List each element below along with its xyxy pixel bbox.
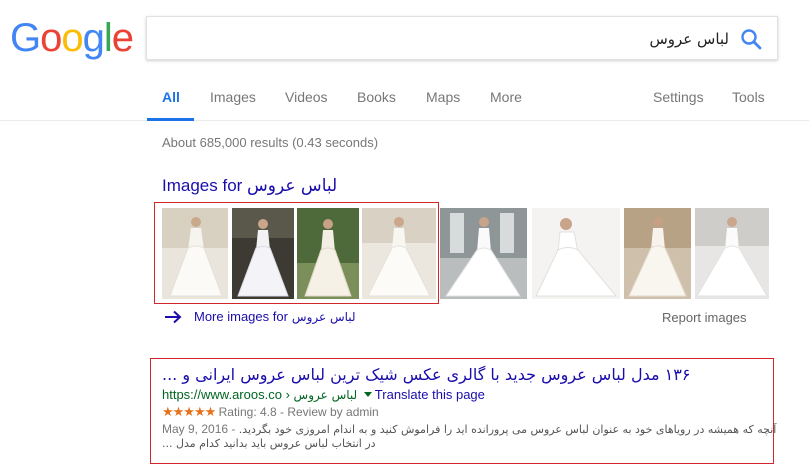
result-url-path: لباس عروس — [293, 388, 358, 402]
tab-all[interactable]: All — [162, 89, 180, 105]
result-rating: ★★★★★ Rating: 4.8 - Review by admin — [162, 404, 772, 420]
image-thumbnail[interactable] — [297, 208, 359, 299]
image-thumbnail[interactable] — [695, 208, 769, 299]
image-thumbnail[interactable] — [440, 208, 527, 299]
report-images-link[interactable]: Report images — [662, 310, 747, 325]
search-box — [146, 16, 778, 60]
images-heading-query: لباس عروس — [247, 176, 338, 196]
more-images-link[interactable]: More images for لباس عروس — [164, 309, 356, 324]
result-url-line: https://www.aroos.co › لباس عروس Transla… — [162, 387, 772, 402]
result-stats: About 685,000 results (0.43 seconds) — [162, 135, 379, 150]
logo-letter: G — [10, 16, 41, 60]
image-thumbnail[interactable] — [532, 208, 620, 299]
images-heading-prefix: Images for — [162, 176, 243, 195]
search-result: ۱۳۶ مدل لباس عروس جدید با گالری عکس شیک … — [162, 365, 776, 450]
more-images-prefix: More images for — [194, 309, 288, 324]
logo-letter: l — [103, 16, 113, 60]
result-title-link[interactable]: ۱۳۶ مدل لباس عروس جدید با گالری عکس شیک … — [162, 365, 772, 384]
result-url: https://www.aroos.co — [162, 387, 282, 402]
logo-letter: e — [111, 16, 134, 60]
logo-letter: o — [61, 16, 83, 60]
tab-tools[interactable]: Tools — [732, 89, 765, 105]
tab-maps[interactable]: Maps — [426, 89, 460, 105]
breadcrumb-separator: › — [285, 387, 290, 402]
tab-images[interactable]: Images — [210, 89, 256, 105]
image-thumbnail[interactable] — [232, 208, 294, 299]
snippet-text-2: در انتخاب لباس عروس باید بدانید کدام مدل… — [162, 437, 376, 450]
tab-videos[interactable]: Videos — [285, 89, 328, 105]
rating-stars-icon: ★★★★★ — [162, 404, 216, 419]
search-icon[interactable] — [739, 27, 763, 51]
translate-page-link[interactable]: Translate this page — [375, 387, 485, 402]
snippet-date: May 9, 2016 - — [162, 422, 236, 436]
image-thumbnail[interactable] — [624, 208, 691, 299]
tab-more[interactable]: More — [490, 89, 522, 105]
arrow-right-icon — [165, 310, 182, 323]
logo-letter: o — [40, 16, 62, 60]
snippet-line-2: در انتخاب لباس عروس باید بدانید کدام مدل… — [162, 436, 772, 450]
snippet-line-1: May 9, 2016 - آنچه که همیشه در رویاهای خ… — [162, 422, 776, 436]
search-tabs: All Images Videos Books Maps More Settin… — [0, 86, 809, 121]
search-input[interactable] — [157, 25, 731, 53]
caret-down-icon[interactable] — [363, 392, 372, 398]
google-logo[interactable]: Google — [10, 16, 134, 60]
result-snippet: May 9, 2016 - آنچه که همیشه در رویاهای خ… — [162, 422, 776, 450]
logo-letter: g — [82, 16, 105, 60]
tab-books[interactable]: Books — [357, 89, 396, 105]
active-tab-indicator — [147, 118, 194, 121]
image-thumbnail[interactable] — [362, 208, 436, 299]
rating-text: Rating: 4.8 - Review by admin — [218, 405, 379, 419]
more-images-query: لباس عروس — [291, 309, 356, 324]
images-heading-link[interactable]: Images for لباس عروس — [162, 176, 337, 196]
snippet-text-1: آنچه که همیشه در رویاهای خود به عنوان لب… — [238, 423, 777, 436]
image-thumbnail[interactable] — [162, 208, 228, 299]
tab-settings[interactable]: Settings — [653, 89, 704, 105]
